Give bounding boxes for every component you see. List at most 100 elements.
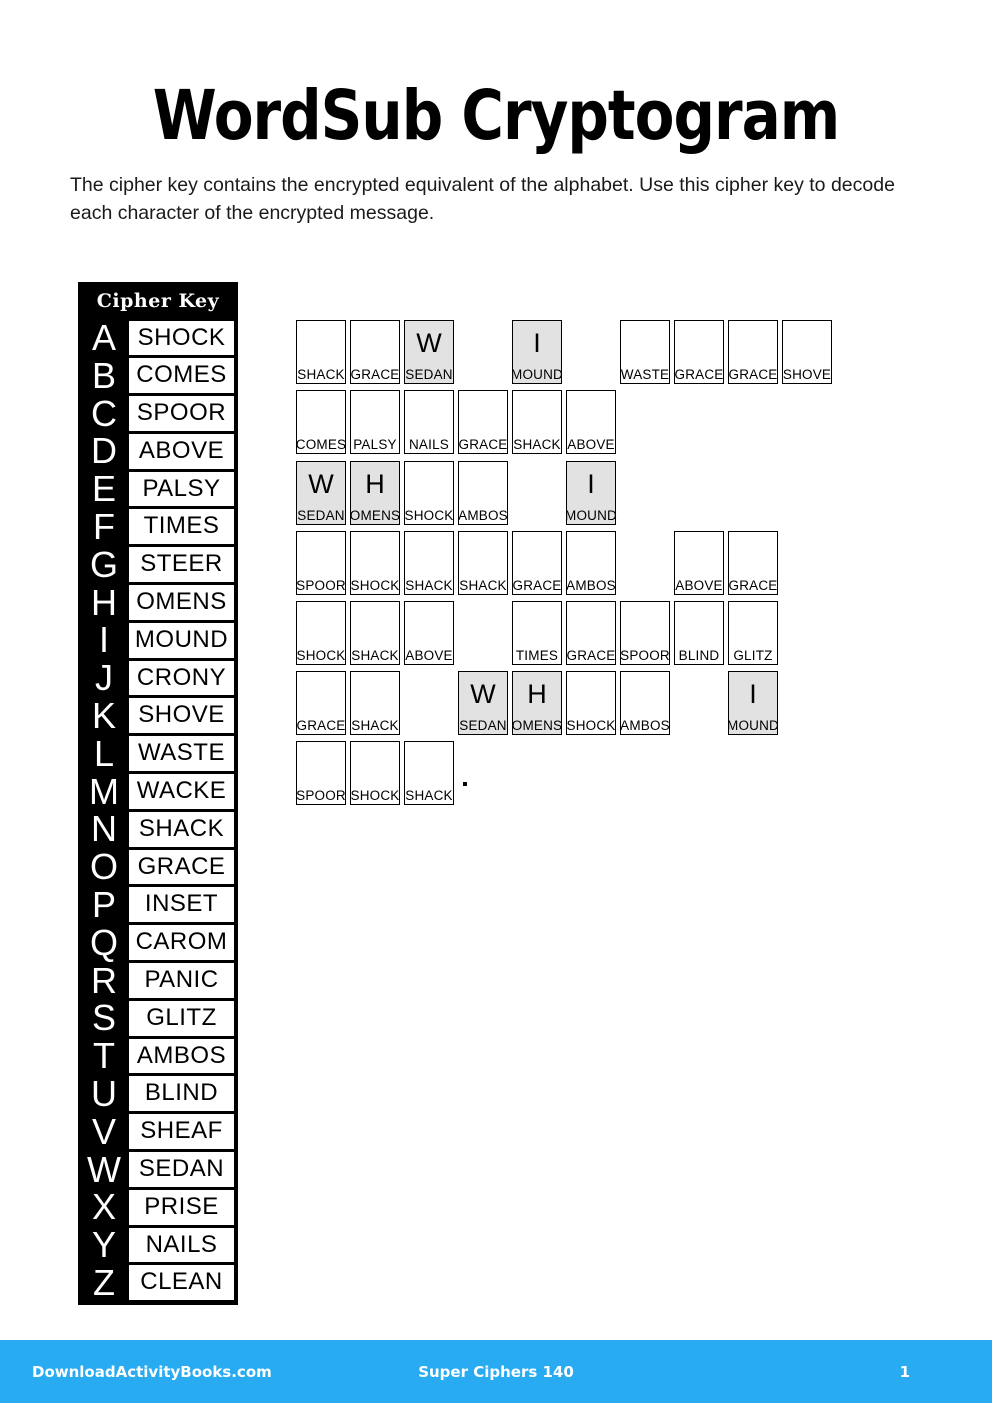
message-row: W SEDAN H OMENS SHOCK AMBOS I MOUND [296,454,916,525]
answer-cell[interactable]: GRACE [674,320,724,385]
word-space [512,461,562,525]
cipher-key-row: D ABOVE [80,432,236,471]
cipher-key-row: W SEDAN [80,1150,236,1189]
cell-cipher-word: WASTE [620,367,670,383]
answer-cell[interactable]: GRACE [728,530,778,595]
cipher-key-word: INSET [128,886,235,924]
word-space [458,601,508,665]
answer-cell[interactable]: GRACE [728,320,778,385]
answer-cell[interactable]: SHACK [512,390,562,455]
cell-answer-letter: H [527,679,547,710]
answer-cell[interactable]: SHACK [296,320,346,385]
answer-cell[interactable]: BLIND [674,600,724,665]
cipher-key-row: Z CLEAN [80,1264,236,1302]
cipher-key-letter: X [80,1188,128,1227]
answer-cell[interactable]: SHOCK [296,600,346,665]
answer-cell[interactable]: ABOVE [566,390,616,455]
answer-cell[interactable]: GRACE [566,600,616,665]
answer-cell[interactable]: SHOCK [350,530,400,595]
answer-cell[interactable]: SHOCK [566,671,616,736]
prefilled-letter-cell[interactable]: I MOUND [565,460,617,525]
cell-cipher-word: ABOVE [567,437,615,453]
cell-cipher-word: SHACK [351,718,399,734]
prefilled-letter-cell[interactable]: W SEDAN [458,671,508,736]
prefilled-letter-cell[interactable]: W SEDAN [296,460,346,525]
cipher-key-row: M WACKE [80,772,236,811]
cipher-key-letter: Y [80,1226,128,1264]
answer-cell[interactable]: AMBOS [620,671,670,736]
cipher-key-row: Q CAROM [80,923,236,962]
cipher-key-letter: E [80,470,128,508]
answer-cell[interactable]: SHOCK [404,460,454,525]
word-space [674,671,724,735]
cell-cipher-word: GRACE [728,367,778,383]
answer-cell[interactable]: ABOVE [674,530,724,595]
cell-cipher-word: SPOOR [296,788,346,804]
prefilled-letter-cell[interactable]: I MOUND [511,320,563,385]
cell-cipher-word: OMENS [511,718,563,734]
cell-cipher-word: AMBOS [566,577,616,593]
answer-cell[interactable]: SHOVE [782,320,832,385]
message-row: SPOOR SHOCK SHACK SHACK GRACE AMBOS ABOVE GRACE [296,525,916,595]
cipher-key-word: WACKE [128,773,235,810]
answer-cell[interactable]: AMBOS [458,460,508,525]
word-space [404,671,454,735]
answer-cell[interactable]: COMES [296,390,346,455]
cell-cipher-word: SHOCK [350,577,400,593]
cipher-key-row: H OMENS [80,583,236,622]
answer-cell[interactable]: SHACK [350,600,400,665]
cipher-key-letter: O [80,848,128,886]
cell-cipher-word: GLITZ [733,647,773,663]
prefilled-letter-cell[interactable]: H OMENS [511,671,563,736]
cell-cipher-word: SHACK [405,788,453,804]
answer-cell[interactable]: GRACE [350,320,400,385]
answer-cell[interactable]: SHACK [458,530,508,595]
cipher-key-letter: H [80,583,128,622]
answer-cell[interactable]: ABOVE [404,600,454,665]
answer-cell[interactable]: GRACE [512,530,562,595]
cell-cipher-word: SHOCK [350,788,400,804]
answer-cell[interactable]: NAILS [404,390,454,455]
prefilled-letter-cell[interactable]: W SEDAN [404,320,454,385]
answer-cell[interactable]: PALSY [350,390,400,455]
cell-cipher-word: SPOOR [620,647,670,663]
prefilled-letter-cell[interactable]: H OMENS [349,460,401,525]
answer-cell[interactable]: WASTE [620,320,670,385]
answer-cell[interactable]: SHACK [404,530,454,595]
answer-cell[interactable]: SHOCK [350,741,400,806]
word-space [458,320,508,384]
answer-cell[interactable]: GLITZ [728,600,778,665]
prefilled-letter-cell[interactable]: I MOUND [727,671,779,736]
cipher-key-row: U BLIND [80,1075,236,1113]
cipher-key-word: GRACE [128,848,235,886]
answer-cell[interactable]: SHACK [404,741,454,806]
cell-cipher-word: OMENS [349,507,401,523]
worksheet-page: WordSub Cryptogram The cipher key contai… [0,0,992,1403]
cell-cipher-word: GRACE [728,577,778,593]
cipher-key-word: CLEAN [128,1264,235,1302]
answer-cell[interactable]: SPOOR [296,741,346,806]
cipher-key-letter: Z [80,1264,128,1302]
cipher-key-word: AMBOS [128,1037,235,1075]
answer-cell[interactable]: SPOOR [296,530,346,595]
answer-cell[interactable]: AMBOS [566,530,616,595]
answer-cell[interactable]: TIMES [512,600,562,665]
cipher-key-letter: P [80,886,128,924]
answer-cell[interactable]: SHACK [350,671,400,736]
cell-cipher-word: AMBOS [620,718,670,734]
cipher-key-row: S GLITZ [80,999,236,1038]
cipher-key-letter: T [80,1037,128,1075]
cipher-key-word: BLIND [128,1075,235,1113]
answer-cell[interactable]: GRACE [458,390,508,455]
cipher-key-row: V SHEAF [80,1112,236,1151]
cipher-key-word: WASTE [128,735,235,773]
cipher-key-word: SPOOR [128,395,235,432]
cipher-key-letter: V [80,1112,128,1151]
cipher-key-letter: B [80,356,128,395]
answer-cell[interactable]: SPOOR [620,600,670,665]
cipher-key-word: SEDAN [128,1151,235,1188]
cipher-key-word: SHACK [128,810,235,848]
cipher-key-letter: G [80,545,128,584]
answer-cell[interactable]: GRACE [296,671,346,736]
cipher-key-letter: D [80,432,128,471]
